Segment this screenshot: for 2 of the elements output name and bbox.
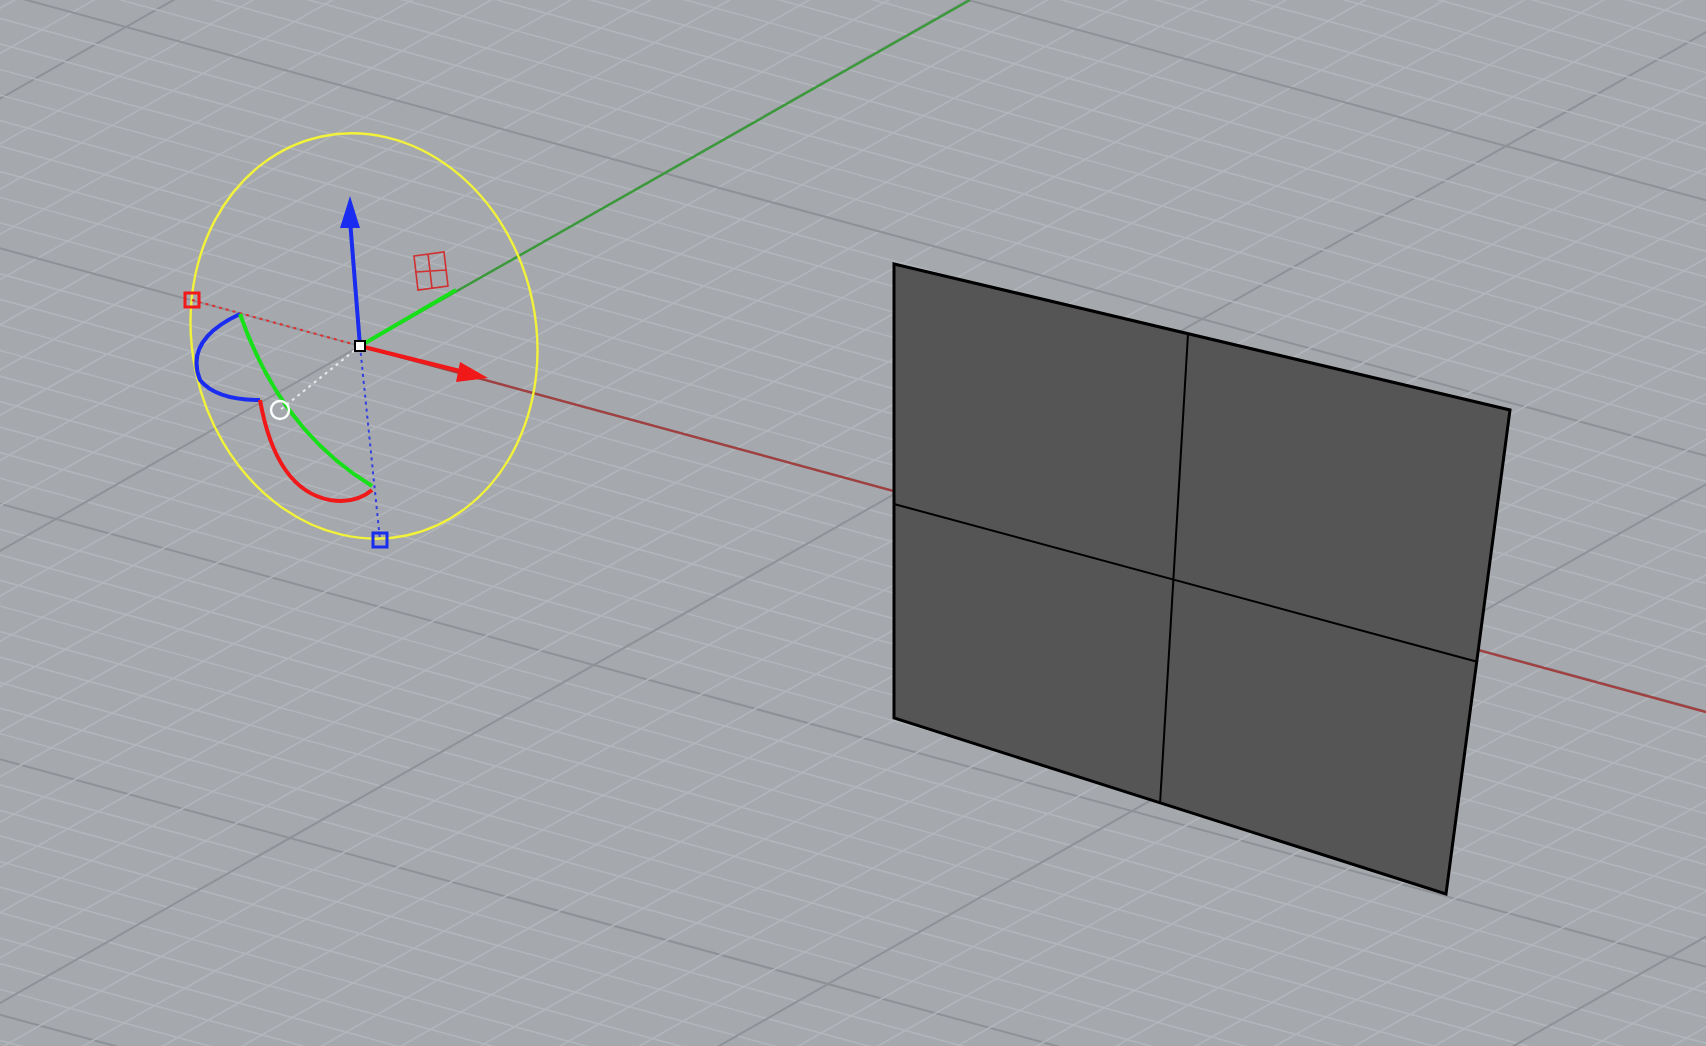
gumball-drawing[interactable] (183, 132, 539, 549)
surface-panel[interactable] (892, 262, 1512, 896)
